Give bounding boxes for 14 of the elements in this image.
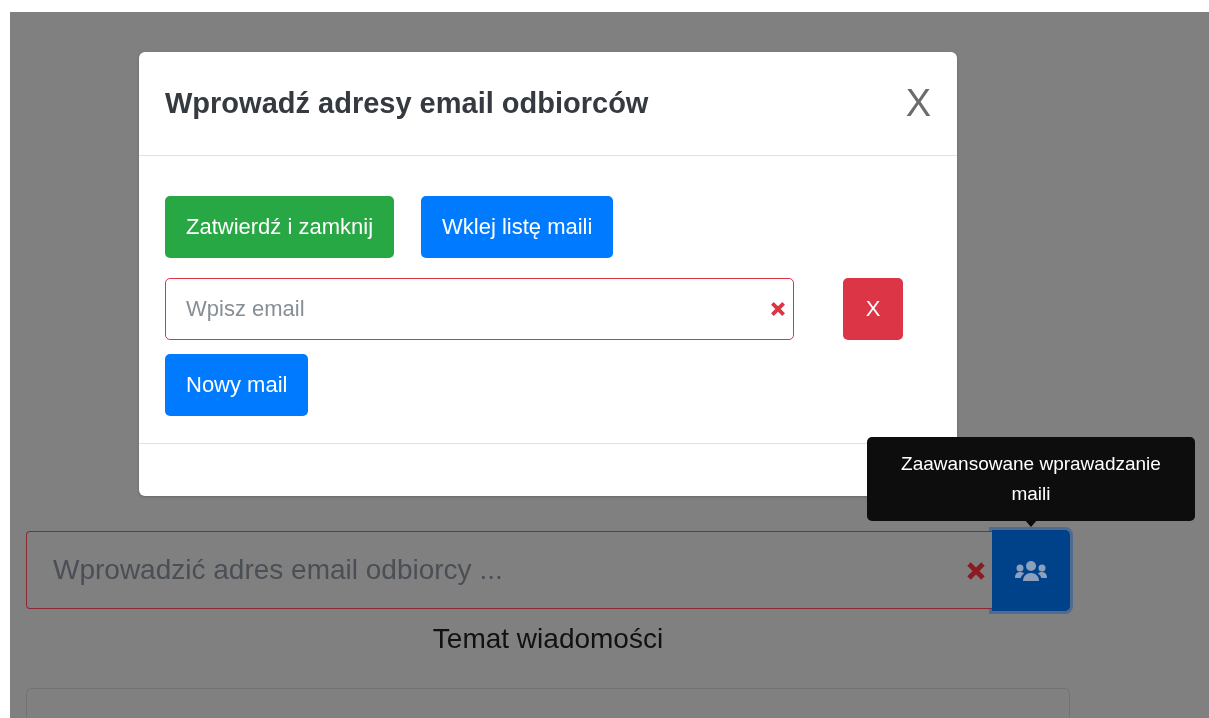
close-button[interactable]: X [905, 82, 931, 125]
group-icon [1015, 559, 1047, 582]
tooltip: Zaawansowane wprawadzanie maili [867, 437, 1195, 521]
modal-title: Wprowadź adresy email odbiorców [165, 87, 649, 120]
group-button[interactable] [992, 530, 1070, 611]
confirm-button[interactable]: Zatwierdź i zamknij [165, 196, 395, 258]
new-mail-button[interactable]: Nowy mail [165, 354, 309, 416]
subject-label: Temat wiadomości [431, 622, 665, 655]
email-field[interactable]: Wpisz email [165, 278, 794, 340]
cross-icon [770, 301, 786, 317]
cross-icon [966, 561, 986, 581]
tooltip-arrow [1024, 519, 1038, 527]
remove-button[interactable]: X [843, 278, 903, 340]
paste-button[interactable]: Wklej listę maili [421, 196, 614, 258]
